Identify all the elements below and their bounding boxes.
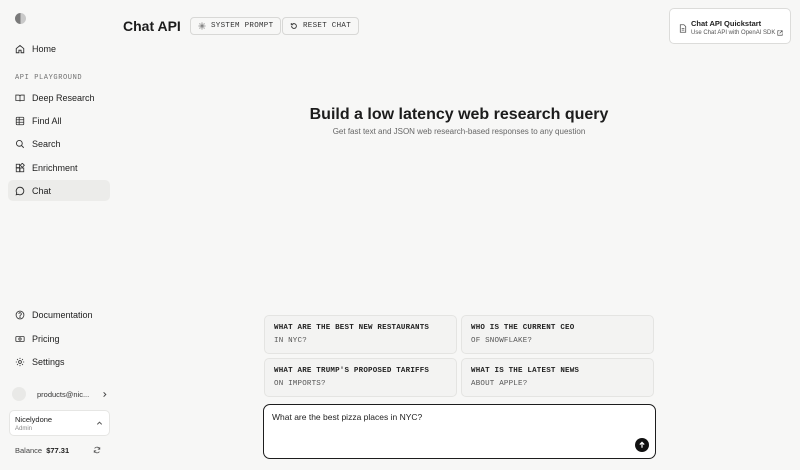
account-email: products@nic... [37,389,90,399]
search-icon [15,139,25,148]
suggestion-line-1: WHO IS THE CURRENT CEO [471,324,575,332]
send-button[interactable] [635,438,649,452]
chat-composer: What are the best pizza places in NYC? [263,404,656,459]
chevron-right-icon [103,391,107,397]
sidebar-item-label: Enrichment [32,162,78,173]
suggestion-line-1: WHAT IS THE LATEST NEWS [471,367,580,375]
suggestion-line-1: WHAT ARE THE BEST NEW RESTAURANTS [274,324,430,332]
external-link-icon [777,30,783,36]
workspace-name: Nicelydone [15,415,53,424]
sidebar-item-enrichment[interactable]: Enrichment [8,157,110,178]
sidebar-item-pricing[interactable]: Pricing [8,328,110,349]
document-icon [679,24,687,33]
sidebar-item-label: Find All [32,115,62,126]
chat-input[interactable]: What are the best pizza places in NYC? [272,412,612,432]
suggestion-card[interactable]: WHO IS THE CURRENT CEO OF SNOWFLAKE? [461,315,654,354]
chat-bubble-icon [15,186,25,195]
help-circle-icon [15,310,25,319]
quickstart-subtitle-text: Use Chat API with OpenAI SDK [691,30,776,36]
balance: Balance $77.31 [15,446,69,455]
balance-amount: $77.31 [46,446,70,455]
sidebar: Home API PLAYGROUND Deep Research Find A… [0,0,118,470]
sidebar-item-settings[interactable]: Settings [8,351,110,372]
suggestion-line-2: ABOUT APPLE? [471,380,528,388]
home-icon [15,44,25,53]
sidebar-item-deep-research[interactable]: Deep Research [8,87,110,108]
suggestion-card[interactable]: WHAT ARE TRUMP'S PROPOSED TARIFFS ON IMP… [264,358,457,397]
refresh-icon[interactable] [93,446,101,454]
book-open-icon [15,94,25,101]
hero-subtitle: Get fast text and JSON web research-base… [332,127,586,136]
quickstart-title: Chat API Quickstart [691,19,762,28]
reset-icon [290,22,297,29]
suggestion-card[interactable]: WHAT IS THE LATEST NEWS ABOUT APPLE? [461,358,654,397]
sidebar-item-find-all[interactable]: Find All [8,110,110,131]
sidebar-item-label: Home [32,43,57,54]
quickstart-card[interactable]: Chat API Quickstart Use Chat API with Op… [669,8,791,44]
page-title: Chat API [123,18,181,34]
reset-chat-label: RESET CHAT [303,22,352,30]
suggestion-line-2: IN NYC? [274,337,307,345]
sidebar-item-search[interactable]: Search [8,133,110,154]
workspace-role: Admin [15,426,33,432]
account-menu[interactable]: products@nic... [12,384,108,404]
puzzle-icon [15,162,25,172]
currency-icon [15,335,25,342]
sidebar-item-chat[interactable]: Chat [8,180,110,201]
sidebar-item-label: Deep Research [32,92,95,103]
arrow-up-icon [639,441,645,448]
logo-icon[interactable] [15,13,26,24]
gear-icon [15,357,25,366]
sidebar-item-label: Pricing [32,333,60,344]
gear-icon [198,22,206,30]
balance-label: Balance [15,446,43,455]
table-icon [15,116,25,125]
chevron-up-icon [96,421,103,425]
sidebar-item-home[interactable]: Home [8,38,110,59]
sidebar-item-label: Search [32,138,61,149]
section-label: API PLAYGROUND [15,74,83,82]
reset-chat-button[interactable]: RESET CHAT [282,17,360,35]
quickstart-subtitle[interactable]: Use Chat API with OpenAI SDK [691,30,783,36]
suggestion-line-2: ON IMPORTS? [274,380,326,388]
sidebar-item-label: Documentation [32,309,93,320]
system-prompt-label: SYSTEM PROMPT [211,22,274,30]
suggestion-line-1: WHAT ARE TRUMP'S PROPOSED TARIFFS [274,367,430,375]
avatar [12,387,26,401]
sidebar-item-label: Chat [32,185,52,196]
sidebar-item-label: Settings [32,356,65,367]
suggestion-card[interactable]: WHAT ARE THE BEST NEW RESTAURANTS IN NYC… [264,315,457,354]
system-prompt-button[interactable]: SYSTEM PROMPT [190,17,282,35]
workspace-switcher[interactable]: Nicelydone Admin [9,410,110,436]
suggestion-line-2: OF SNOWFLAKE? [471,337,533,345]
hero-title: Build a low latency web research query [309,106,609,123]
sidebar-item-documentation[interactable]: Documentation [8,304,110,325]
